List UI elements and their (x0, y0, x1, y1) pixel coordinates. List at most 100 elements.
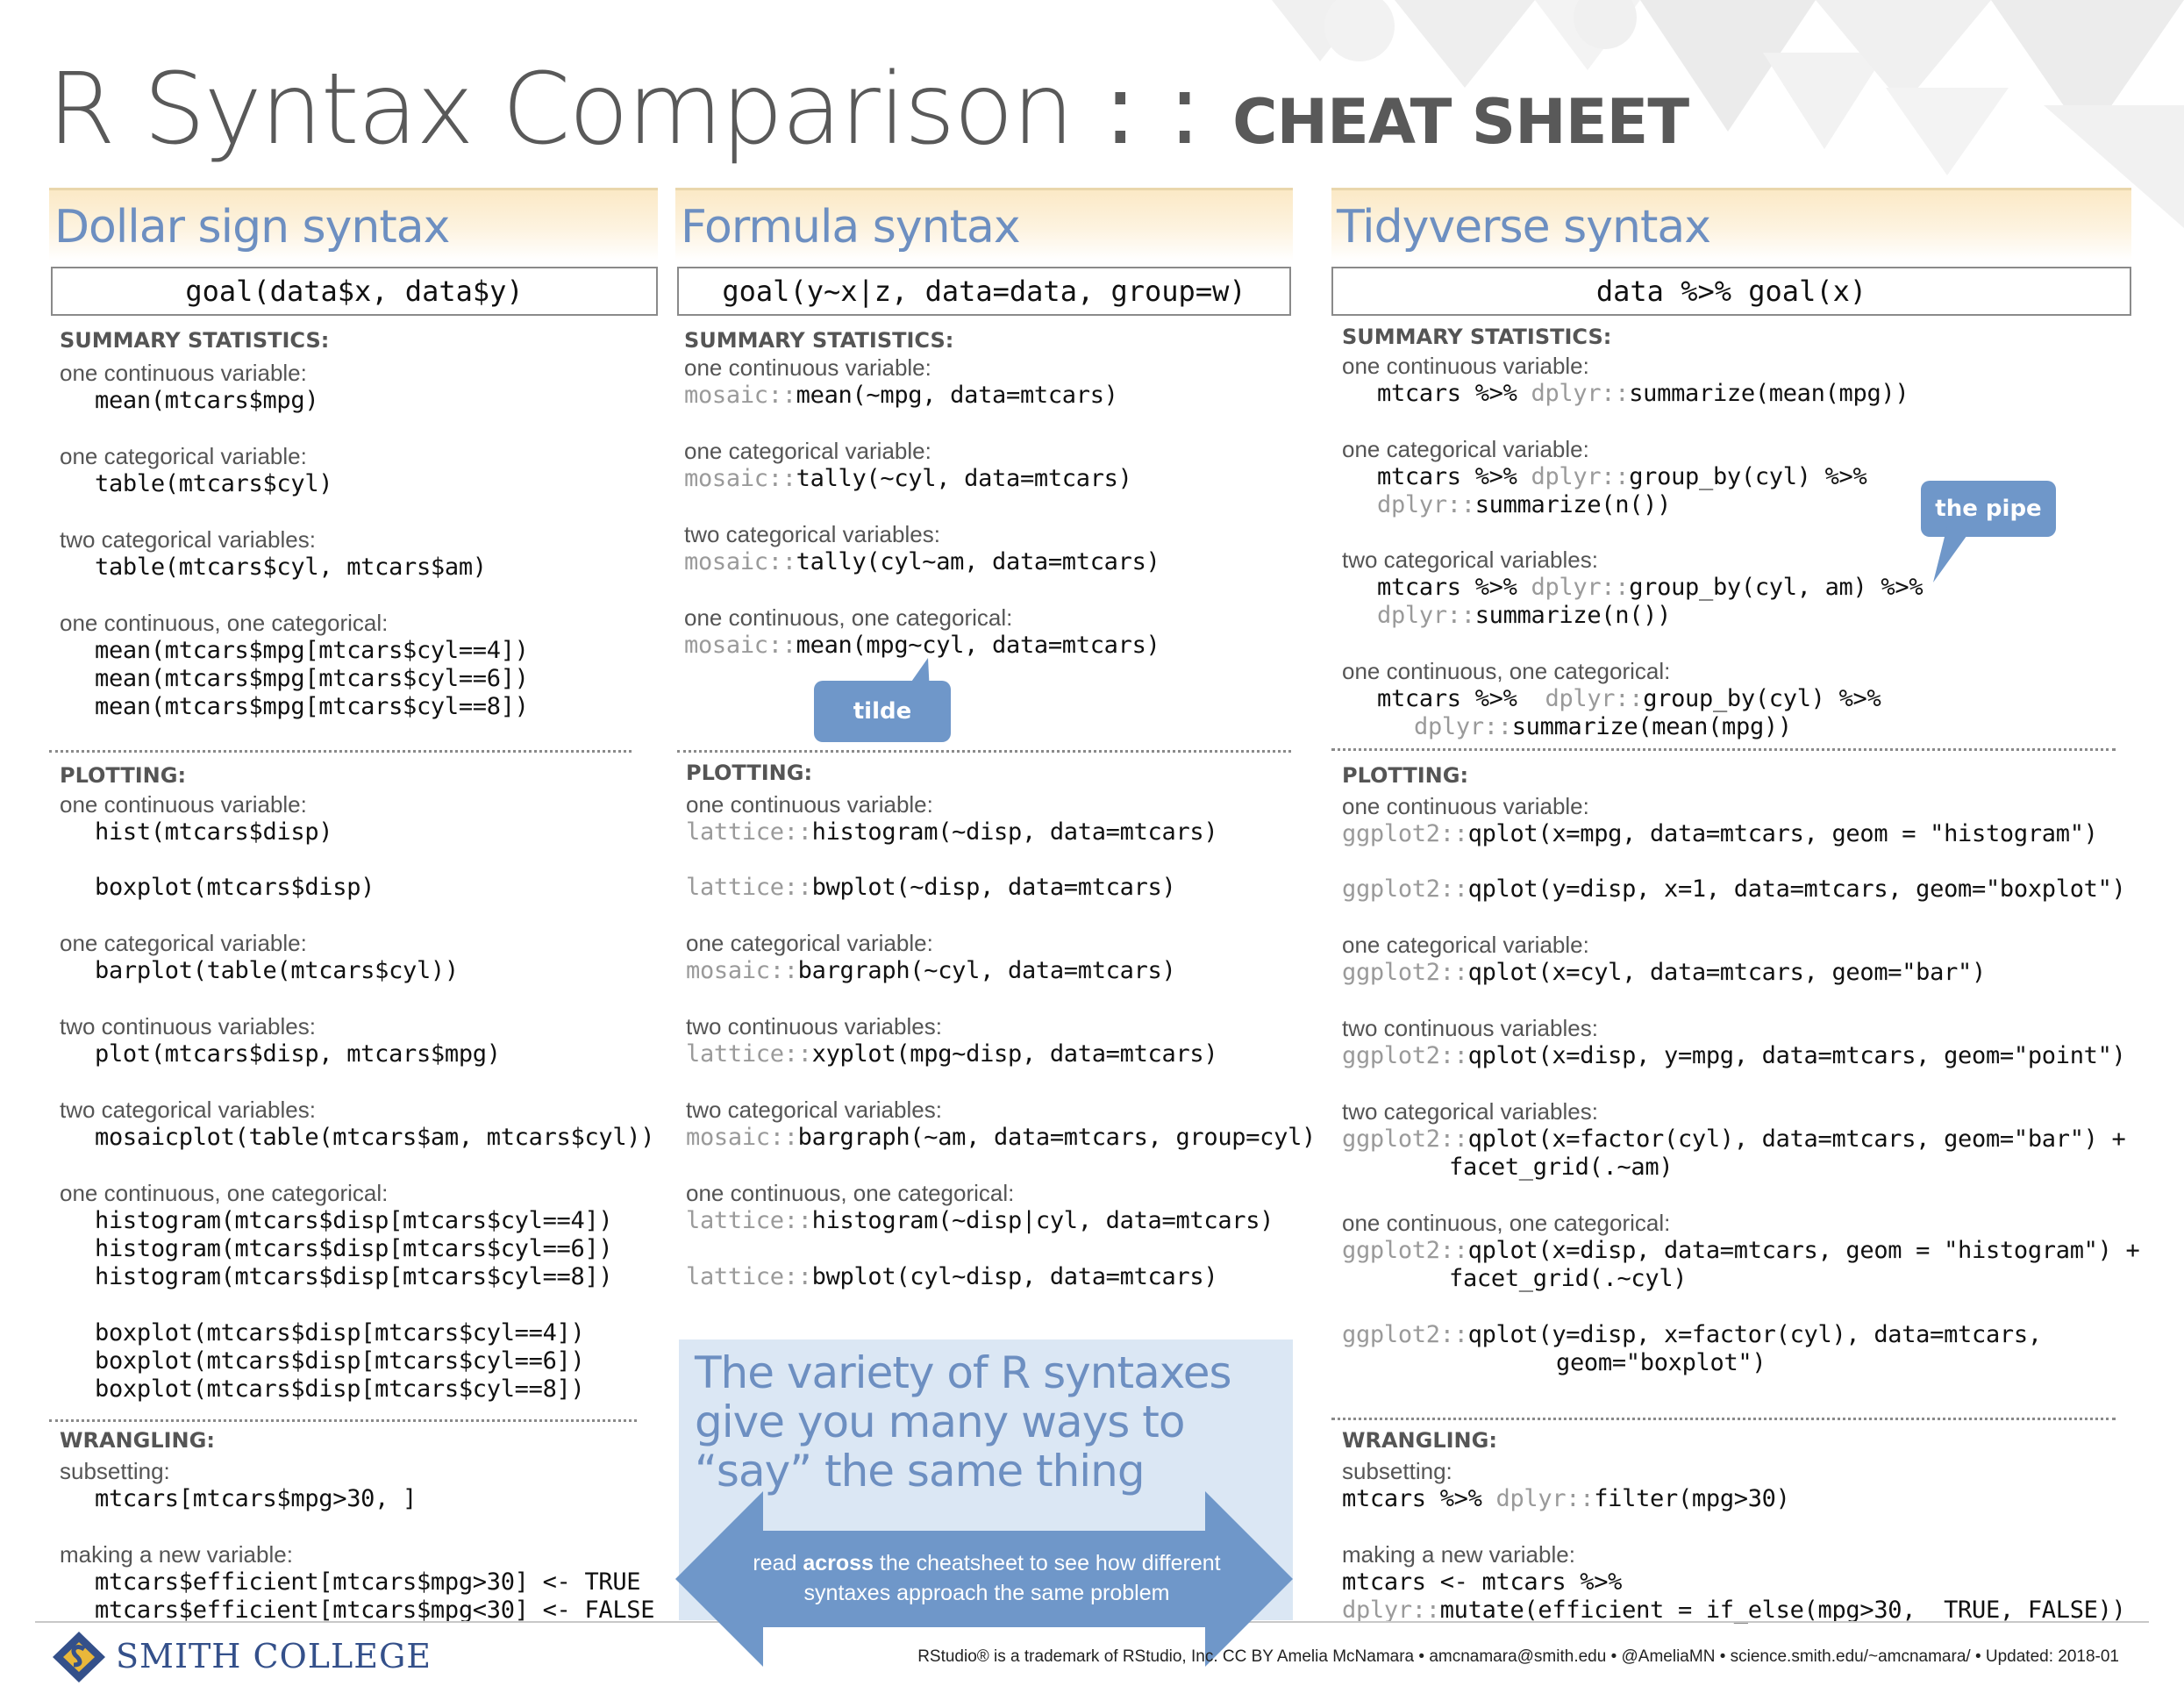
code-line: mosaic::tally(cyl~am, data=mtcars) (684, 548, 1160, 575)
description-label: two categorical variables: (1342, 547, 1598, 573)
description-label: one continuous, one categorical: (686, 1180, 1015, 1206)
code-line: mosaic::bargraph(~cyl, data=mtcars) (686, 957, 1176, 984)
code-line: barplot(table(mtcars$cyl)) (95, 957, 459, 984)
code-line: mosaicplot(table(mtcars$am, mtcars$cyl)) (95, 1124, 655, 1151)
code-line: mosaic::mean(mpg~cyl, data=mtcars) (684, 632, 1160, 659)
code-line: mtcars %>% dplyr::filter(mpg>30) (1342, 1485, 1790, 1512)
description-label: two continuous variables: (1342, 1015, 1598, 1041)
description-label: two continuous variables: (60, 1013, 316, 1039)
code-line: mtcars <- mtcars %>% (1342, 1568, 1623, 1596)
description-label: one categorical variable: (60, 930, 307, 956)
banner-arrow-text: read across the cheatsheet to see how di… (753, 1551, 1221, 1605)
code-line: histogram(mtcars$disp[mtcars$cyl==4]) (95, 1207, 613, 1234)
description-label: two categorical variables: (684, 521, 940, 547)
section-divider (49, 750, 632, 753)
description-label: one continuous, one categorical: (60, 1180, 389, 1206)
description-label: making a new variable: (60, 1541, 293, 1568)
code-line: mtcars %>% dplyr::summarize(mean(mpg)) (1377, 380, 1909, 407)
description-label: one categorical variable: (686, 930, 933, 956)
description-label: two categorical variables: (1342, 1098, 1598, 1125)
code-line: boxplot(mtcars$disp[mtcars$cyl==4]) (95, 1319, 585, 1347)
footer-credits: RStudio® is a trademark of RStudio, Inc.… (917, 1647, 2119, 1666)
code-line: mtcars %>% dplyr::group_by(cyl, am) %>% (1377, 574, 1923, 601)
section-plotting: PLOTTING: (686, 761, 813, 785)
code-line: boxplot(mtcars$disp[mtcars$cyl==6]) (95, 1347, 585, 1375)
section-summary-statistics: SUMMARY STATISTICS: (1342, 325, 1612, 349)
description-label: one continuous variable: (60, 791, 307, 818)
code-line: lattice::xyplot(mpg~disp, data=mtcars) (686, 1040, 1218, 1068)
description-label: one continuous variable: (686, 791, 933, 818)
code-line: dplyr::summarize(n()) (1377, 491, 1672, 518)
title-sub: CHEAT SHEET (1232, 86, 1689, 158)
code-line: mtcars[mtcars$mpg>30, ] (95, 1485, 417, 1512)
section-divider (1331, 748, 2116, 751)
description-label: making a new variable: (1342, 1541, 1575, 1568)
code-line: ggplot2::qplot(x=factor(cyl), data=mtcar… (1342, 1125, 2126, 1153)
code-line: histogram(mtcars$disp[mtcars$cyl==6]) (95, 1235, 613, 1262)
section-wrangling: WRANGLING: (1342, 1428, 1497, 1453)
code-line: geom="boxplot") (1556, 1349, 1766, 1376)
code-line: mtcars$efficient[mtcars$mpg<30] <- FALSE (95, 1597, 655, 1624)
code-line: plot(mtcars$disp, mtcars$mpg) (95, 1040, 501, 1068)
description-label: one continuous variable: (1342, 793, 1589, 819)
syntax-template-formula: goal(y~x|z, data=data, group=w) (677, 267, 1291, 316)
syntax-template-tidyverse: data %>% goal(x) (1331, 267, 2131, 316)
code-line: mean(mtcars$mpg[mtcars$cyl==8]) (95, 693, 529, 720)
code-line: mtcars %>% dplyr::group_by(cyl) %>% (1377, 685, 1881, 712)
code-line: dplyr::summarize(n()) (1377, 602, 1672, 629)
section-plotting: PLOTTING: (60, 763, 187, 788)
code-line: histogram(mtcars$disp[mtcars$cyl==8]) (95, 1263, 613, 1290)
page-title: R Syntax Comparison : : CHEAT SHEET (47, 53, 1689, 167)
description-label: one continuous, one categorical: (1342, 658, 1671, 684)
title-separator: : : (1072, 53, 1233, 167)
column-header-formula: Formula syntax (675, 188, 1293, 261)
column-heading: Dollar sign syntax (54, 201, 450, 254)
code-line: ggplot2::qplot(x=cyl, data=mtcars, geom=… (1342, 959, 1986, 986)
title-main: R Syntax Comparison (47, 53, 1074, 167)
code-line: dplyr::mutate(efficient = if_else(mpg>30… (1342, 1597, 2126, 1624)
code-line: mean(mtcars$mpg[mtcars$cyl==4]) (95, 637, 529, 664)
code-line: table(mtcars$cyl) (95, 470, 333, 497)
description-label: one continuous, one categorical: (1342, 1210, 1671, 1236)
section-divider (49, 1419, 637, 1422)
description-label: one continuous, one categorical: (684, 604, 1013, 631)
description-label: one categorical variable: (1342, 436, 1589, 462)
description-label: one categorical variable: (1342, 932, 1589, 958)
column-heading: Tidyverse syntax (1337, 201, 1711, 254)
pipe-callout-pointer (1933, 526, 1973, 582)
code-line: hist(mtcars$disp) (95, 818, 333, 846)
description-label: two continuous variables: (686, 1013, 942, 1039)
description-label: one continuous, one categorical: (60, 610, 389, 636)
code-line: mean(mtcars$mpg[mtcars$cyl==6]) (95, 665, 529, 692)
code-line: mosaic::bargraph(~am, data=mtcars, group… (686, 1124, 1317, 1151)
description-label: one categorical variable: (60, 443, 307, 469)
code-line: dplyr::summarize(mean(mpg)) (1414, 713, 1792, 740)
code-line: lattice::histogram(~disp, data=mtcars) (686, 818, 1218, 846)
code-line: lattice::bwplot(cyl~disp, data=mtcars) (686, 1263, 1218, 1290)
syntax-template-dollar: goal(data$x, data$y) (51, 267, 658, 316)
code-line: facet_grid(.~cyl) (1449, 1265, 1688, 1292)
description-label: subsetting: (60, 1458, 170, 1484)
code-line: mean(mtcars$mpg) (95, 387, 319, 414)
column-header-tidyverse: Tidyverse syntax (1331, 188, 2131, 261)
description-label: one categorical variable: (684, 438, 931, 464)
description-label: one continuous variable: (1342, 353, 1589, 379)
code-line: mosaic::mean(~mpg, data=mtcars) (684, 382, 1118, 409)
description-label: two categorical variables: (60, 1097, 316, 1123)
code-line: lattice::bwplot(~disp, data=mtcars) (686, 874, 1176, 901)
description-label: two categorical variables: (686, 1097, 942, 1123)
code-line: mtcars$efficient[mtcars$mpg>30] <- TRUE (95, 1568, 641, 1596)
code-line: ggplot2::qplot(x=disp, data=mtcars, geom… (1342, 1237, 2140, 1264)
banner-headline: The variety of R syntaxes give you many … (695, 1347, 1232, 1497)
section-plotting: PLOTTING: (1342, 763, 1469, 788)
college-name: SMITH COLLEGE (116, 1637, 432, 1675)
column-header-dollar: Dollar sign syntax (49, 188, 658, 261)
code-line: facet_grid(.~am) (1449, 1154, 1674, 1181)
section-wrangling: WRANGLING: (60, 1428, 215, 1453)
section-divider (1331, 1418, 2116, 1420)
code-line: ggplot2::qplot(y=disp, x=factor(cyl), da… (1342, 1321, 2042, 1348)
code-line: mosaic::tally(~cyl, data=mtcars) (684, 465, 1132, 492)
code-line: ggplot2::qplot(y=disp, x=1, data=mtcars,… (1342, 875, 2126, 903)
description-label: one continuous variable: (684, 354, 931, 381)
code-line: boxplot(mtcars$disp[mtcars$cyl==8]) (95, 1375, 585, 1403)
